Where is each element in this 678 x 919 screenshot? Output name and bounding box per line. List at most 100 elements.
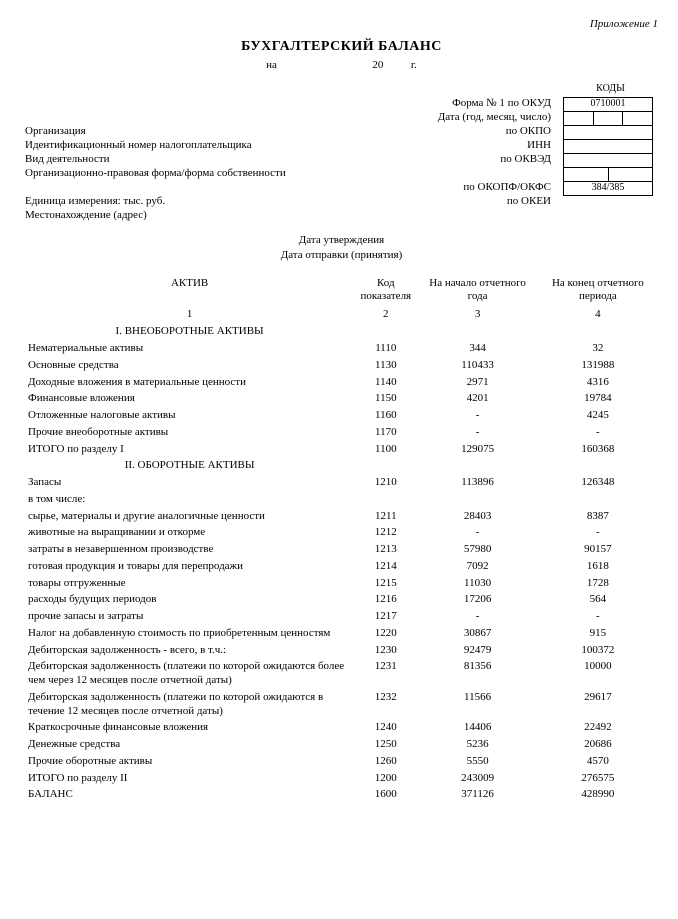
row-v1: - (417, 525, 537, 542)
row-v1: - (417, 424, 537, 441)
row-v1: 17206 (417, 592, 537, 609)
header-block: . Форма № 1 по ОКУД Дата (год, месяц, чи… (25, 83, 658, 223)
row-v1 (417, 491, 537, 508)
row-v1: 7092 (417, 558, 537, 575)
row-name: товары отгруженные (25, 575, 354, 592)
row-name: прочие запасы и затраты (25, 609, 354, 626)
row-v2: 160368 (538, 441, 658, 458)
row-v2 (538, 491, 658, 508)
row-name: Прочие оборотные активы (25, 753, 354, 770)
row-code: 1250 (354, 737, 417, 754)
row-v2: 4570 (538, 753, 658, 770)
row-code: 1212 (354, 525, 417, 542)
row-code: 1100 (354, 441, 417, 458)
okei-label: по ОКЕИ (507, 195, 555, 209)
okopf-label: по ОКОПФ/ОКФС (463, 181, 555, 195)
approval-dates: Дата утверждения Дата отправки (принятия… (25, 233, 658, 263)
row-code: 1217 (354, 609, 417, 626)
okpo-label: по ОКПО (506, 125, 555, 139)
row-name: Денежные средства (25, 737, 354, 754)
col-start: На начало отчетного года (417, 275, 537, 307)
box-okved (564, 153, 653, 167)
row-code: 1600 (354, 787, 417, 804)
row-name: в том числе: (25, 491, 354, 508)
row-name: БАЛАНС (25, 787, 354, 804)
inn-suffix-label: ИНН (527, 139, 555, 153)
row-v1: - (417, 609, 537, 626)
row-code: 1230 (354, 642, 417, 659)
row-name: Нематериальные активы (25, 341, 354, 358)
row-v1: 110433 (417, 357, 537, 374)
row-v1: 2971 (417, 374, 537, 391)
coln-4: 4 (538, 306, 658, 324)
row-v2: 1728 (538, 575, 658, 592)
row-name: Прочие внеоборотные активы (25, 424, 354, 441)
row-v1: 5550 (417, 753, 537, 770)
row-code: 1210 (354, 475, 417, 492)
row-v1: 371126 (417, 787, 537, 804)
col-aktiv: АКТИВ (25, 275, 354, 307)
unit-label: Единица измерения: тыс. руб. (25, 195, 165, 209)
row-v2: 22492 (538, 720, 658, 737)
date-suffix: г. (411, 59, 417, 71)
row-v2: 276575 (538, 770, 658, 787)
org-label: Организация (25, 125, 86, 139)
box-inn (564, 139, 653, 153)
box-okei: 384/385 (564, 181, 653, 195)
row-name: Доходные вложения в материальные ценност… (25, 374, 354, 391)
row-name: Основные средства (25, 357, 354, 374)
box-okud: 0710001 (564, 97, 653, 111)
box-okpo (564, 125, 653, 139)
row-name: животные на выращивании и откорме (25, 525, 354, 542)
row-code: 1110 (354, 341, 417, 358)
row-name: Краткосрочные финансовые вложения (25, 720, 354, 737)
row-code: 1220 (354, 625, 417, 642)
row-v2: 19784 (538, 391, 658, 408)
row-v1: 81356 (417, 659, 537, 690)
date-line: на 20 г. (25, 59, 658, 73)
code-box-table: 0710001 384/385 (563, 97, 653, 196)
row-code: 1213 (354, 542, 417, 559)
row-v2: 90157 (538, 542, 658, 559)
row-v2: - (538, 609, 658, 626)
row-v2: 100372 (538, 642, 658, 659)
attachment-label: Приложение 1 (25, 18, 658, 32)
row-v1: 243009 (417, 770, 537, 787)
row-code: 1232 (354, 689, 417, 720)
row-name: Налог на добавленную стоимость по приобр… (25, 625, 354, 642)
row-v2: 8387 (538, 508, 658, 525)
coln-3: 3 (417, 306, 537, 324)
row-name: затраты в незавершенном производстве (25, 542, 354, 559)
row-v1: 5236 (417, 737, 537, 754)
row-code: 1200 (354, 770, 417, 787)
row-code: 1240 (354, 720, 417, 737)
row-v2: 428990 (538, 787, 658, 804)
row-v1: 11030 (417, 575, 537, 592)
row-name: расходы будущих периодов (25, 592, 354, 609)
row-v1: 129075 (417, 441, 537, 458)
row-v2: 4245 (538, 408, 658, 425)
row-v2: 1618 (538, 558, 658, 575)
row-code: 1170 (354, 424, 417, 441)
date-prefix: на (266, 59, 277, 71)
row-code: 1140 (354, 374, 417, 391)
row-code: 1211 (354, 508, 417, 525)
date-label: Дата (год, месяц, число) (438, 111, 555, 125)
row-v1: 57980 (417, 542, 537, 559)
row-v2: 20686 (538, 737, 658, 754)
row-name: Финансовые вложения (25, 391, 354, 408)
row-code: 1216 (354, 592, 417, 609)
section-title: I. ВНЕОБОРОТНЫЕ АКТИВЫ (25, 324, 354, 341)
coln-2: 2 (354, 306, 417, 324)
row-code: 1160 (354, 408, 417, 425)
row-v2: 564 (538, 592, 658, 609)
row-code: 1214 (354, 558, 417, 575)
row-v2: 4316 (538, 374, 658, 391)
row-v2: 131988 (538, 357, 658, 374)
balance-table: АКТИВ Код показателя На начало отчетного… (25, 275, 658, 804)
row-v2: - (538, 525, 658, 542)
inn-label: Идентификационный номер налогоплательщик… (25, 139, 252, 153)
approval-date-label: Дата утверждения (25, 233, 658, 248)
row-name: ИТОГО по разделу I (25, 441, 354, 458)
row-name: готовая продукция и товары для перепрода… (25, 558, 354, 575)
